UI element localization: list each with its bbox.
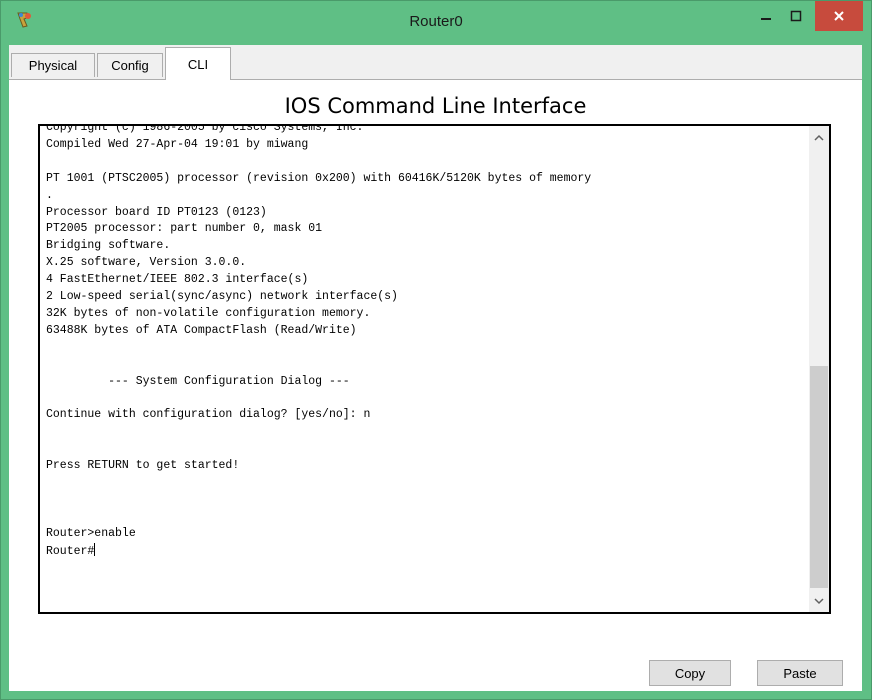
chevron-down-icon bbox=[814, 597, 824, 604]
minimize-button[interactable] bbox=[753, 1, 779, 31]
terminal-console[interactable]: Copyright (c) 1986-2005 by cisco Systems… bbox=[38, 124, 831, 614]
cli-heading: IOS Command Line Interface bbox=[284, 94, 587, 118]
tab-label: CLI bbox=[187, 56, 209, 72]
scroll-track[interactable] bbox=[809, 148, 829, 590]
text-cursor bbox=[94, 542, 96, 556]
vertical-scrollbar[interactable] bbox=[809, 126, 829, 612]
tab-cli[interactable]: CLI bbox=[165, 47, 231, 80]
tab-strip: Physical Config CLI bbox=[9, 45, 862, 80]
chevron-up-icon bbox=[814, 134, 824, 141]
terminal-output: Copyright (c) 1986-2005 by cisco Systems… bbox=[46, 124, 816, 561]
window-title: Router0 bbox=[409, 13, 463, 30]
router-window: Router0 Physical Config CLI IOS Command … bbox=[0, 0, 872, 700]
scroll-thumb[interactable] bbox=[810, 366, 828, 588]
client-area: Physical Config CLI IOS Command Line Int… bbox=[9, 45, 862, 691]
cli-panel: IOS Command Line Interface Copyright (c)… bbox=[9, 80, 862, 691]
tab-physical[interactable]: Physical bbox=[11, 53, 95, 77]
paste-button[interactable]: Paste bbox=[757, 660, 843, 686]
minimize-icon bbox=[761, 18, 771, 20]
copy-button[interactable]: Copy bbox=[649, 660, 731, 686]
tab-label: Config bbox=[111, 58, 149, 73]
title-bar[interactable]: Router0 bbox=[1, 1, 871, 45]
maximize-button[interactable] bbox=[783, 1, 809, 31]
scroll-down-button[interactable] bbox=[809, 590, 829, 612]
terminal-history: Copyright (c) 1986-2005 by cisco Systems… bbox=[46, 124, 592, 540]
terminal-prompt: Router# bbox=[46, 544, 95, 558]
tab-label: Physical bbox=[28, 58, 78, 73]
close-button[interactable] bbox=[815, 1, 863, 31]
maximize-icon bbox=[790, 10, 802, 22]
close-icon bbox=[834, 11, 844, 21]
tab-config[interactable]: Config bbox=[97, 53, 163, 77]
scroll-up-button[interactable] bbox=[809, 126, 829, 148]
